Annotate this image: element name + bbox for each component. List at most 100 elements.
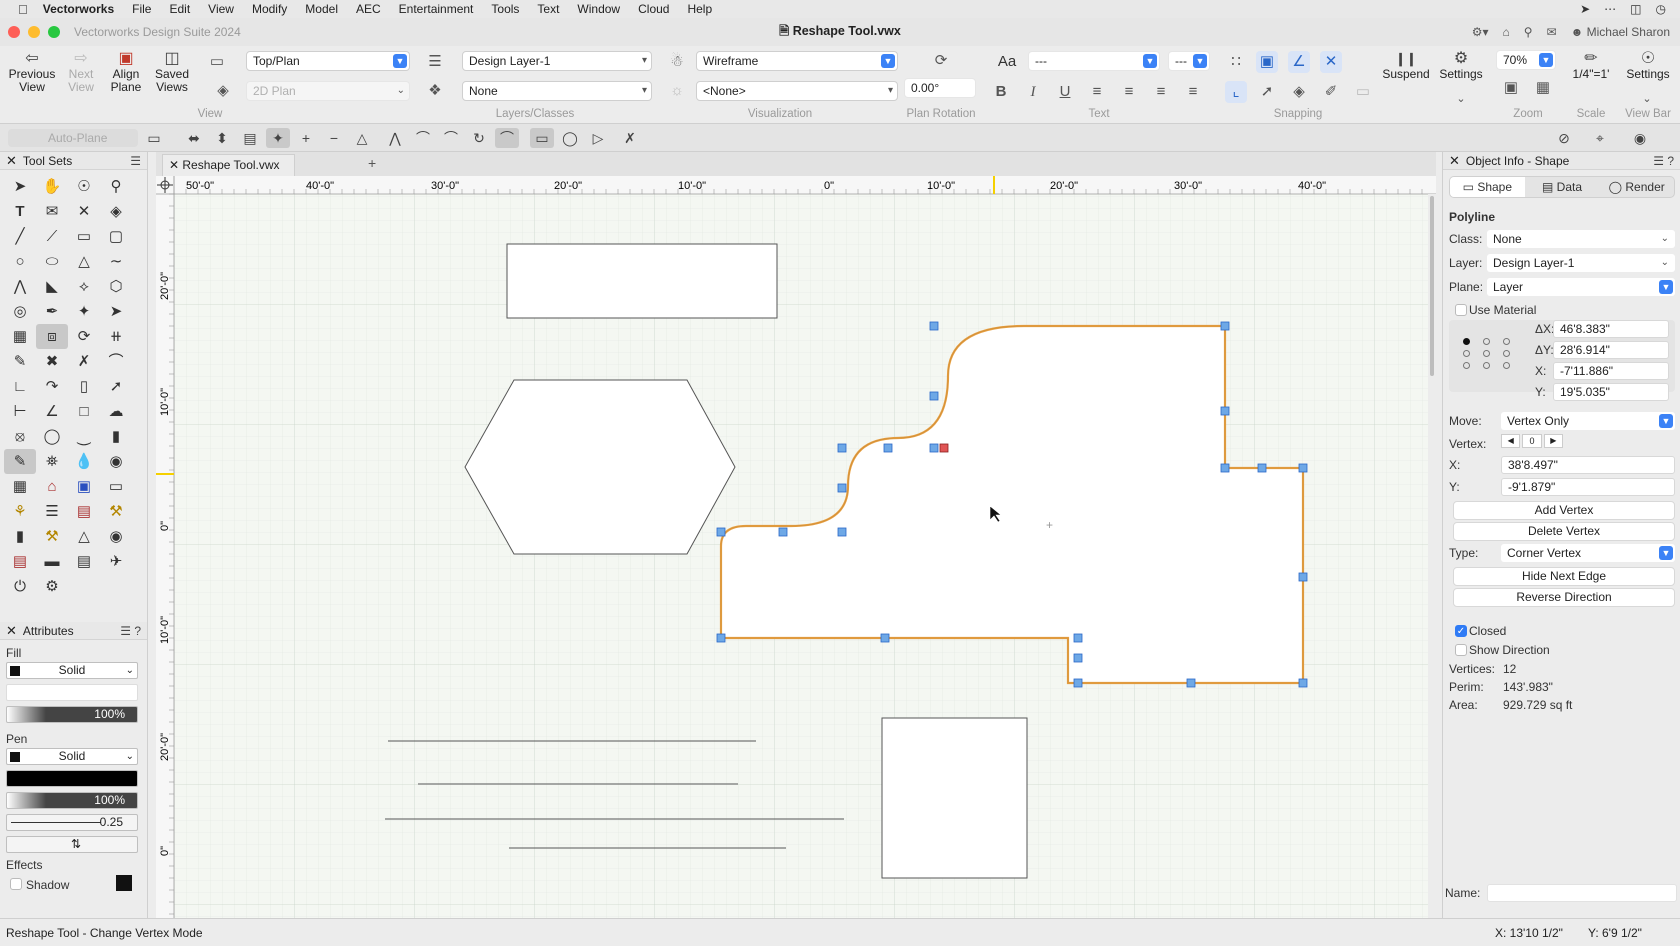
offset-tool-icon[interactable]: ↷ <box>36 374 68 399</box>
previous-view-button[interactable]: ⇦ Previous View <box>6 50 58 94</box>
close-window-button[interactable] <box>8 26 20 38</box>
light-icon[interactable]: ☼ <box>666 80 688 102</box>
hide-next-edge-button[interactable]: Hide Next Edge <box>1453 567 1675 586</box>
protractor-tool-icon[interactable]: ⦻ <box>4 424 36 449</box>
vertex-handle[interactable] <box>1073 633 1083 643</box>
fillet-tool-icon[interactable]: ⌒ <box>100 349 132 374</box>
double-line-polygon-tool-icon[interactable]: ⟡ <box>68 274 100 299</box>
house-tool-icon[interactable]: ⌂ <box>36 474 68 499</box>
cloud-tool-icon[interactable]: ☁ <box>100 399 132 424</box>
chamfer-tool-icon[interactable]: ∟ <box>4 374 36 399</box>
shadow-color-swatch[interactable] <box>116 875 132 891</box>
tab-render[interactable]: ◯ Render <box>1599 177 1674 197</box>
gear-icon[interactable]: ⚙▾ <box>1472 25 1489 39</box>
add-vertex-button[interactable]: Add Vertex <box>1453 501 1675 520</box>
dimension-tool-icon[interactable]: ⊢ <box>4 399 36 424</box>
zoom-window-button[interactable] <box>48 26 60 38</box>
suspend-snapping-button[interactable]: ❙❙ Suspend <box>1378 50 1434 81</box>
align-center-icon[interactable]: ≡ <box>1118 81 1140 103</box>
vertex-type-select[interactable]: Corner Vertex ▼ <box>1501 544 1675 562</box>
globe-tool-icon[interactable]: ◉ <box>100 449 132 474</box>
clock-icon[interactable]: ◷ <box>1656 2 1666 16</box>
new-tab-button[interactable]: + <box>368 155 376 171</box>
menu-cloud[interactable]: Cloud <box>629 2 678 16</box>
anchor-point-radio[interactable] <box>1503 350 1510 357</box>
locus-tool-icon[interactable]: ✕ <box>68 199 100 224</box>
visibility-tool-icon[interactable]: ✦ <box>68 299 100 324</box>
plane-icon[interactable]: ▭ <box>142 128 166 148</box>
vertex-handle[interactable] <box>1220 463 1230 473</box>
scrollbar-thumb[interactable] <box>1430 196 1434 376</box>
previous-vertex-button[interactable]: ◀ <box>1501 434 1521 448</box>
menu-help-icon[interactable]: ☰ ? <box>120 624 147 638</box>
pen-opacity-bar[interactable]: 100% <box>6 792 138 809</box>
rectangle-marquee-icon[interactable]: ▭ <box>530 128 554 148</box>
render-icon[interactable]: ◈ <box>212 80 234 102</box>
font-icon[interactable]: Aa <box>992 51 1022 73</box>
anchor-point-radio[interactable] <box>1483 350 1490 357</box>
rectangle-tool-icon[interactable]: ▭ <box>68 224 100 249</box>
bold-button[interactable]: B <box>990 81 1012 103</box>
class-select[interactable]: None ⌄ <box>1487 230 1675 248</box>
next-vertex-button[interactable]: ▶ <box>1543 434 1563 448</box>
screen-tool-icon[interactable]: ▣ <box>68 474 100 499</box>
close-icon[interactable]: ✕ <box>6 623 17 639</box>
drawing-area[interactable]: 50'-0" 40'-0" 30'-0" 20'-0" 10'-0" 0" 10… <box>156 176 1436 918</box>
split-tool-icon[interactable]: ✎ <box>4 349 36 374</box>
landscape-tool-icon[interactable]: ⚘ <box>4 499 36 524</box>
reverse-direction-button[interactable]: Reverse Direction <box>1453 588 1675 607</box>
anchor-point-radio[interactable] <box>1463 338 1470 345</box>
tape-measure-tool-icon[interactable]: ◯ <box>36 424 68 449</box>
next-view-button[interactable]: ⇨ Next View <box>64 50 98 94</box>
tab-shape[interactable]: ▭ Shape <box>1450 177 1525 197</box>
snap-object-icon[interactable]: ▣ <box>1256 51 1278 73</box>
snap-working-plane-icon[interactable]: ▭ <box>1352 81 1374 103</box>
eyedropper-tool-icon[interactable]: ✒ <box>36 299 68 324</box>
delta-x-field[interactable]: 46'8.383" <box>1553 320 1669 338</box>
plane-select[interactable]: Layer ▼ <box>1487 278 1675 296</box>
x-field[interactable]: -7'11.886" <box>1553 362 1669 380</box>
home-icon[interactable]: ⌂ <box>1503 25 1510 39</box>
justify-icon[interactable]: ≡ <box>1182 81 1204 103</box>
render-mode-select[interactable]: Wireframe ▼ <box>696 51 898 71</box>
show-direction-checkbox[interactable] <box>1455 644 1467 656</box>
zoom-field[interactable]: 70% ▼ <box>1496 50 1556 70</box>
menu-edit[interactable]: Edit <box>160 2 199 16</box>
menu-help-icon[interactable]: ☰ ? <box>1653 154 1680 168</box>
pan-tool-icon[interactable]: ✋ <box>36 174 68 199</box>
stair-tool-icon[interactable]: ☰ <box>36 499 68 524</box>
reshape-mode-move-3d-icon[interactable]: ⬍ <box>210 128 234 148</box>
vertex-handle[interactable] <box>929 391 939 401</box>
working-plane-icon[interactable]: ⌖ <box>1588 128 1612 148</box>
truss-tool-icon[interactable]: △ <box>68 524 100 549</box>
hexagon-object[interactable] <box>464 379 736 555</box>
zoom-tool-icon[interactable]: ⚲ <box>100 174 132 199</box>
water-tool-icon[interactable]: 💧 <box>68 449 100 474</box>
text-tool-icon[interactable]: T <box>4 199 36 224</box>
menu-tools[interactable]: Tools <box>482 2 528 16</box>
close-icon[interactable]: ✕ <box>1449 153 1460 169</box>
regular-polygon-tool-icon[interactable]: ⬡ <box>100 274 132 299</box>
menu-view[interactable]: View <box>199 2 243 16</box>
swap-icon[interactable]: ⇅ <box>71 837 81 852</box>
shelf-tool-icon[interactable]: ▤ <box>4 549 36 574</box>
pen-style-select[interactable]: Solid ⌄ <box>6 748 138 765</box>
fit-to-window-icon[interactable]: ▣ <box>1500 77 1522 99</box>
arc-dimension-tool-icon[interactable]: ⏝ <box>68 424 100 449</box>
vertex-handle[interactable] <box>716 527 726 537</box>
bezier-vertex-icon[interactable]: ⌒ <box>411 128 435 148</box>
more-icon[interactable]: ⋯ <box>1604 2 1616 16</box>
door-tool-icon[interactable]: ▮ <box>4 524 36 549</box>
control-point-handle[interactable] <box>939 443 949 453</box>
line-weight-select[interactable]: 0.25 <box>6 814 138 831</box>
arc-vertex-icon[interactable]: ↻ <box>467 128 491 148</box>
vertex-handle[interactable] <box>837 443 847 453</box>
snap-grid-icon[interactable]: ∷ <box>1225 51 1247 73</box>
cubic-vertex-icon[interactable]: ⌒ <box>439 128 463 148</box>
saved-views-button[interactable]: ◫ Saved Views <box>152 50 192 94</box>
layer-select[interactable]: Design Layer-1 ⌄ <box>1487 254 1675 272</box>
double-line-tool-icon[interactable]: ⟋ <box>36 224 68 249</box>
reshape-mode-extend-icon[interactable]: ▤ <box>238 128 262 148</box>
size-select[interactable]: --- ▼ <box>1168 51 1210 71</box>
vertex-handle[interactable] <box>837 483 847 493</box>
